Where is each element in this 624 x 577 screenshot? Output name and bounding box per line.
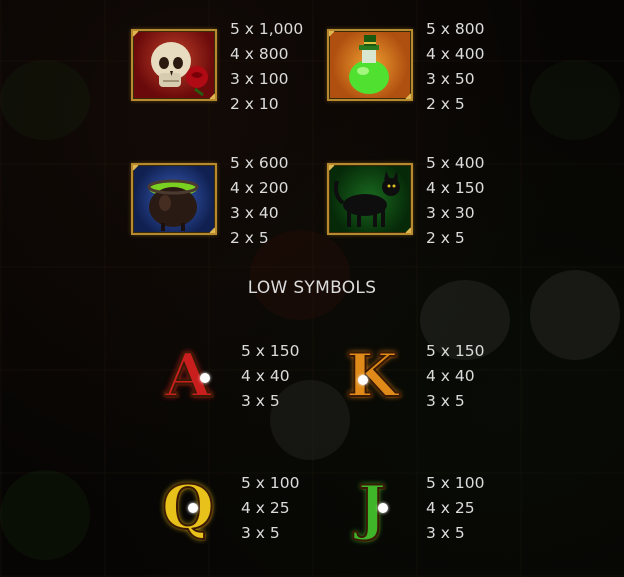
payout-line: 5 x 150 xyxy=(241,342,300,360)
payout-line: 5 x 100 xyxy=(241,474,300,492)
paytable-values: 5 x 100 4 x 25 3 x 5 xyxy=(426,471,484,546)
low-symbols-header: LOW SYMBOLS xyxy=(247,278,377,298)
payout-line: 5 x 100 xyxy=(426,474,485,492)
spider-icon xyxy=(188,503,198,513)
payout-line: 4 x 800 xyxy=(230,45,289,63)
symbol-green-potion: 5 x 800 4 x 400 3 x 50 2 x 5 xyxy=(327,20,484,113)
payout-line: 5 x 400 xyxy=(426,154,485,172)
cauldron-icon xyxy=(131,163,217,235)
payout-line: 3 x 50 xyxy=(426,70,475,88)
spider-icon xyxy=(378,503,388,513)
letter-k-icon: K xyxy=(345,340,399,412)
spider-icon xyxy=(358,375,368,385)
symbol-skull-rose: 5 x 1,000 4 x 800 3 x 100 2 x 10 xyxy=(131,20,303,113)
black-cat-icon xyxy=(327,163,413,235)
cat-silhouette-icon xyxy=(333,171,400,227)
payout-line: 2 x 5 xyxy=(426,95,465,113)
paytable-values: 5 x 100 4 x 25 3 x 5 xyxy=(241,471,299,546)
paytable-values: 5 x 150 4 x 40 3 x 5 xyxy=(426,339,484,414)
cauldron-pot-icon xyxy=(147,179,199,231)
payout-line: 5 x 600 xyxy=(230,154,289,172)
payout-line: 2 x 10 xyxy=(230,95,279,113)
paytable: 5 x 1,000 4 x 800 3 x 100 2 x 10 5 x 800… xyxy=(0,0,624,577)
potion-bottle-icon xyxy=(349,35,389,94)
spider-icon xyxy=(200,373,210,383)
payout-line: 4 x 40 xyxy=(241,367,290,385)
symbol-black-cat: 5 x 400 4 x 150 3 x 30 2 x 5 xyxy=(327,154,484,247)
payout-line: 4 x 400 xyxy=(426,45,485,63)
skull-icon xyxy=(151,42,208,97)
payout-line: 3 x 30 xyxy=(426,204,475,222)
paytable-values: 5 x 400 4 x 150 3 x 30 2 x 5 xyxy=(426,151,484,251)
payout-line: 5 x 150 xyxy=(426,342,485,360)
skull-rose-icon xyxy=(131,29,217,101)
paytable-values: 5 x 800 4 x 400 3 x 50 2 x 5 xyxy=(426,17,484,117)
payout-line: 4 x 200 xyxy=(230,179,289,197)
payout-line: 2 x 5 xyxy=(230,229,269,247)
symbol-cauldron: 5 x 600 4 x 200 3 x 40 2 x 5 xyxy=(131,154,288,247)
paytable-values: 5 x 600 4 x 200 3 x 40 2 x 5 xyxy=(230,151,288,251)
payout-line: 3 x 5 xyxy=(241,524,280,542)
green-potion-icon xyxy=(327,29,413,101)
payout-line: 5 x 800 xyxy=(426,20,485,38)
paytable-values: 5 x 150 4 x 40 3 x 5 xyxy=(241,339,299,414)
payout-line: 4 x 25 xyxy=(241,499,290,517)
payout-line: 3 x 5 xyxy=(426,524,465,542)
payout-line: 3 x 40 xyxy=(230,204,279,222)
payout-line: 3 x 5 xyxy=(426,392,465,410)
payout-line: 2 x 5 xyxy=(426,229,465,247)
payout-line: 4 x 25 xyxy=(426,499,475,517)
payout-line: 5 x 1,000 xyxy=(230,20,304,38)
payout-line: 3 x 100 xyxy=(230,70,289,88)
letter-j-icon: J xyxy=(357,472,387,544)
payout-line: 4 x 150 xyxy=(426,179,485,197)
payout-line: 4 x 40 xyxy=(426,367,475,385)
payout-line: 3 x 5 xyxy=(241,392,280,410)
paytable-values: 5 x 1,000 4 x 800 3 x 100 2 x 10 xyxy=(230,17,303,117)
